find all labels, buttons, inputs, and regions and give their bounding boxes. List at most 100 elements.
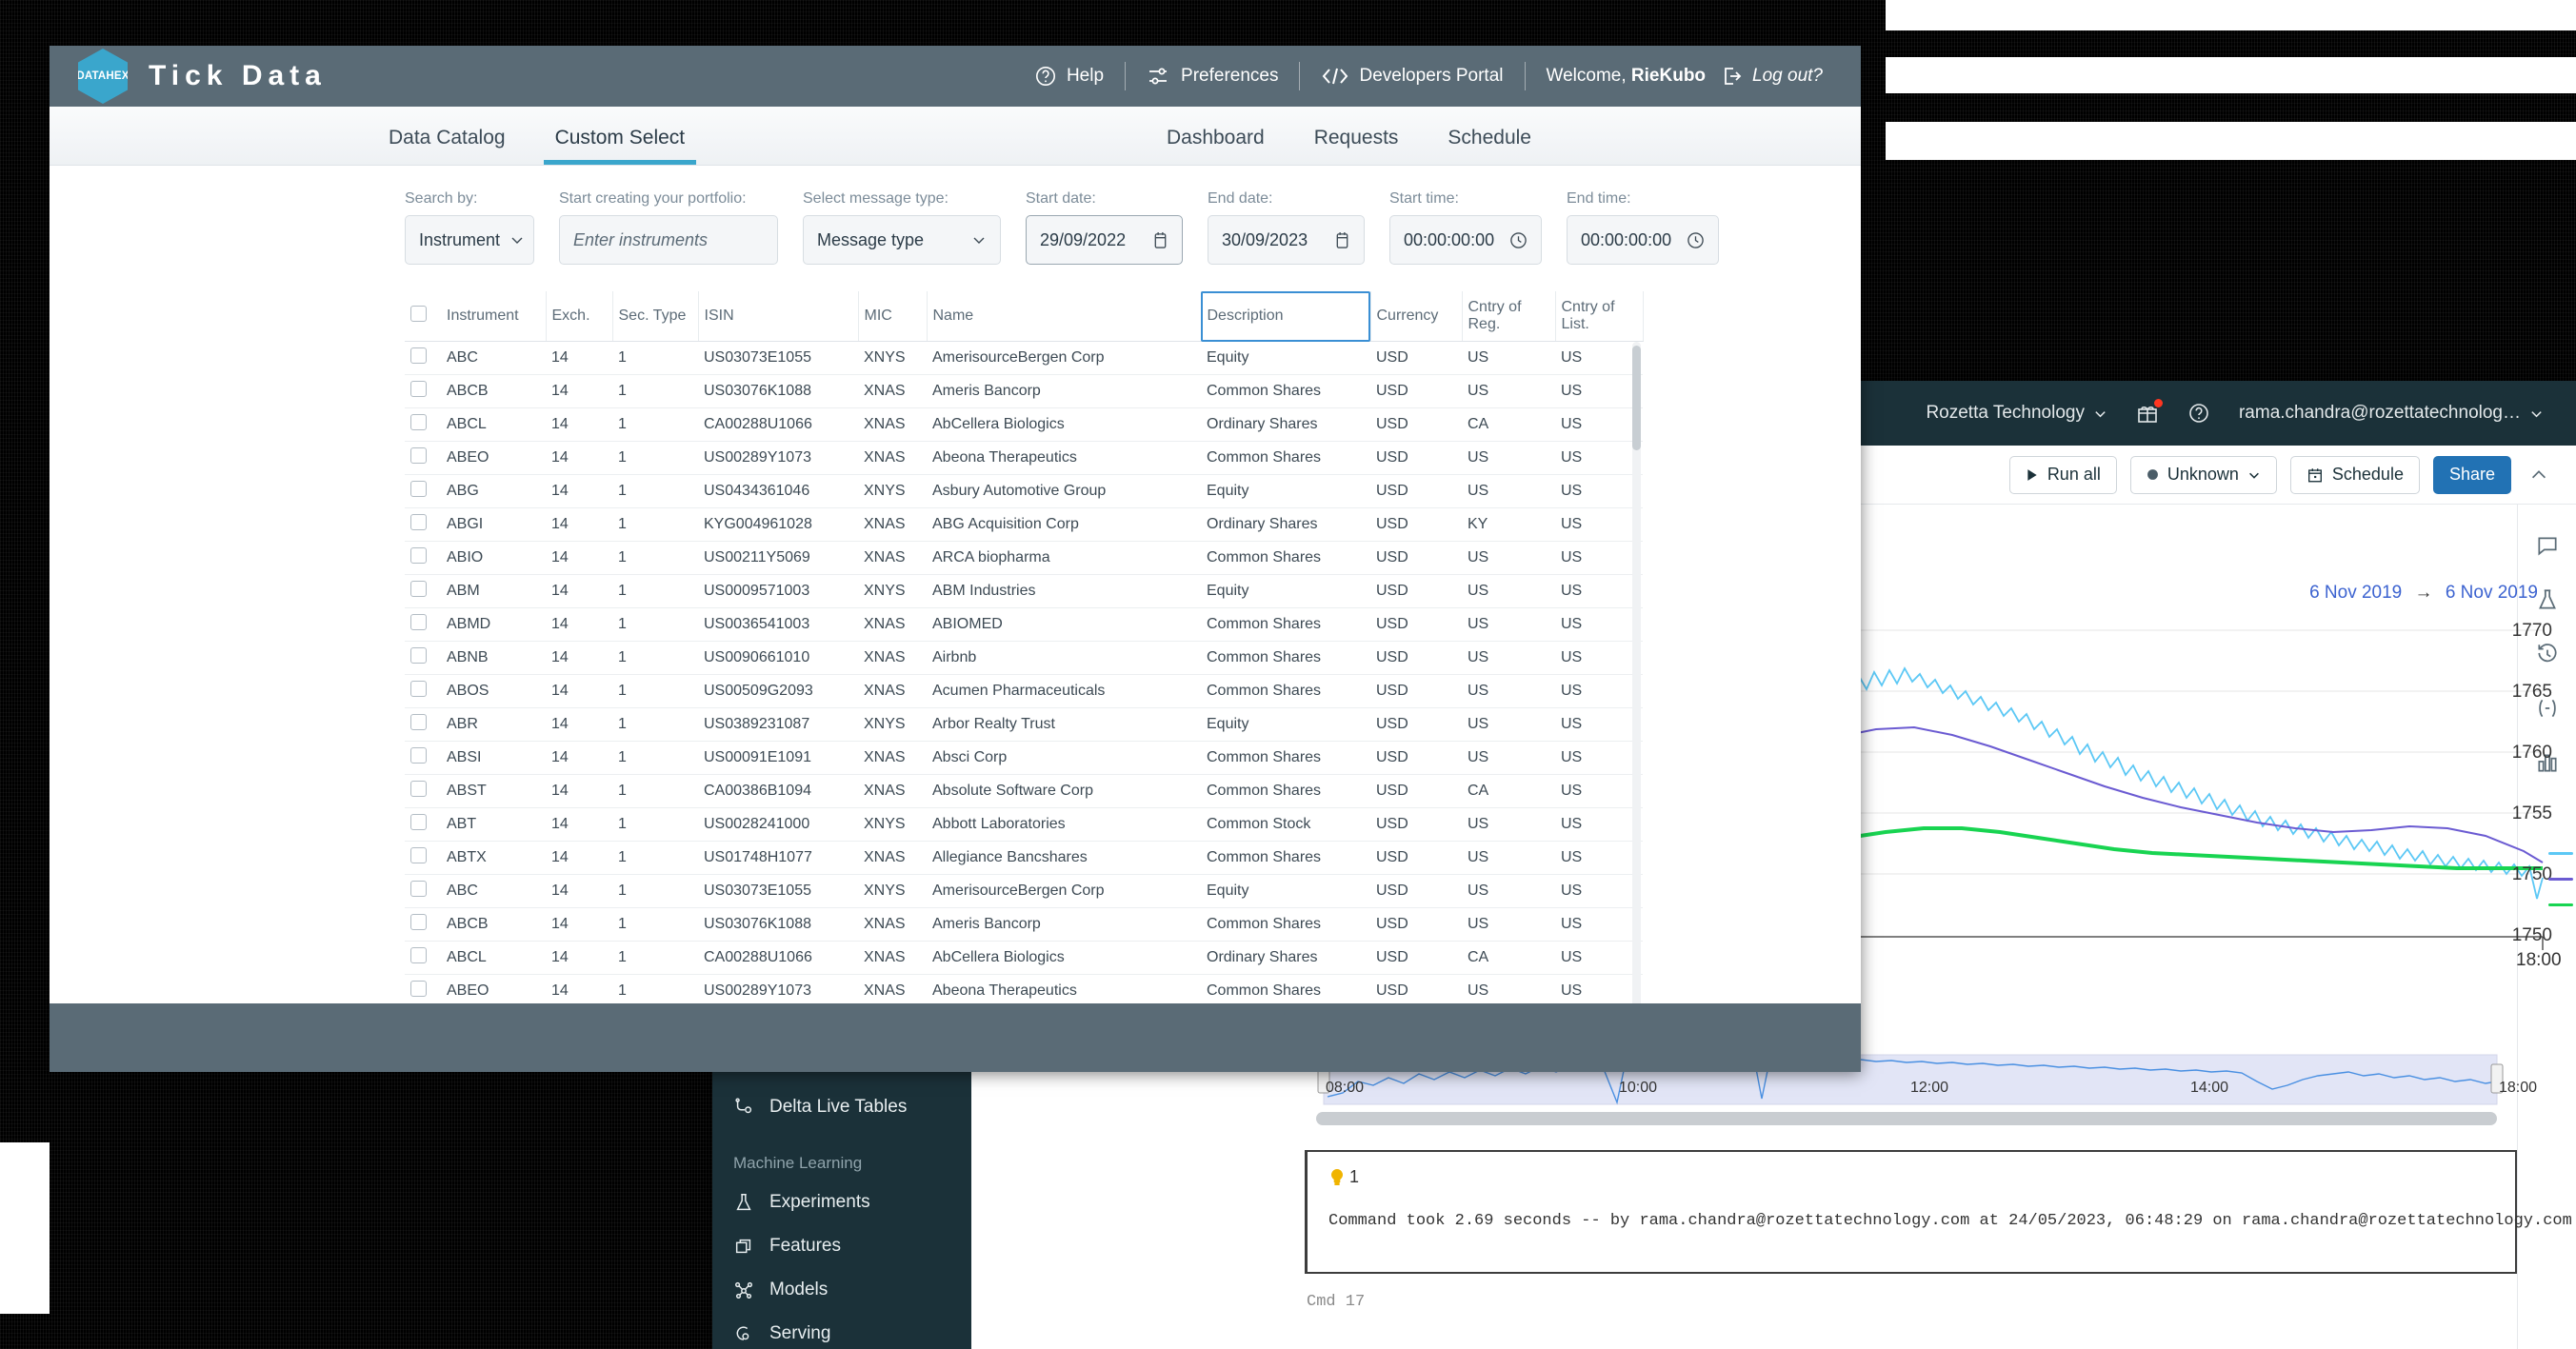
- table-row[interactable]: ABGI 14 1 KYG004961028 XNAS ABG Acquisition C…: [405, 507, 1643, 542]
- row-checkbox[interactable]: [410, 681, 427, 697]
- col-mic[interactable]: MIC: [858, 291, 928, 342]
- logout-button[interactable]: Log out?: [1721, 65, 1832, 88]
- row-checkbox[interactable]: [410, 781, 427, 797]
- row-select-cell[interactable]: [405, 874, 441, 908]
- run-all-button[interactable]: Run all: [2008, 455, 2117, 494]
- workspace-selector[interactable]: Rozetta Technology: [1926, 403, 2107, 424]
- calendar-icon[interactable]: [1334, 231, 1350, 249]
- table-row[interactable]: ABM 14 1 US0009571003 XNYS ABM Industries Equi…: [405, 574, 1643, 608]
- row-select-cell[interactable]: [405, 474, 441, 508]
- row-select-cell[interactable]: [405, 342, 441, 375]
- row-select-cell[interactable]: [405, 507, 441, 542]
- col-cntry-of-reg[interactable]: Cntry of Reg.: [1462, 291, 1556, 342]
- instruments-input[interactable]: Enter instruments: [559, 215, 778, 265]
- table-row[interactable]: ABSI 14 1 US00091E1091 XNAS Absci Corp Common …: [405, 741, 1643, 775]
- nav-preferences[interactable]: Preferences: [1126, 65, 1299, 88]
- row-select-cell[interactable]: [405, 741, 441, 775]
- range-from[interactable]: 6 Nov 2019: [2309, 583, 2402, 603]
- sidebar-item-delta-live-tables[interactable]: Delta Live Tables: [712, 1085, 971, 1129]
- table-row[interactable]: ABCB 14 1 US03076K1088 XNAS Ameris Bancorp Com…: [405, 907, 1643, 942]
- legend-item-40min-sma[interactable]: 40-min SMA: [2547, 895, 2576, 914]
- row-select-cell[interactable]: [405, 941, 441, 975]
- row-checkbox[interactable]: [410, 481, 427, 497]
- row-checkbox[interactable]: [410, 747, 427, 764]
- col-exch[interactable]: Exch.: [546, 291, 613, 342]
- sidebar-item-serving[interactable]: Serving: [712, 1312, 971, 1349]
- tab-dashboard[interactable]: Dashboard: [1142, 127, 1289, 165]
- row-select-cell[interactable]: [405, 807, 441, 842]
- table-row[interactable]: ABG 14 1 US0434361046 XNYS Asbury Automotive …: [405, 474, 1643, 508]
- legend-item-15min-sma[interactable]: 15-min SMA: [2547, 869, 2576, 888]
- schedule-button[interactable]: Schedule: [2289, 455, 2420, 494]
- collapse-toolbar-chevron-icon[interactable]: [2528, 465, 2549, 486]
- tab-data-catalog[interactable]: Data Catalog: [364, 127, 530, 165]
- clock-icon[interactable]: [1509, 231, 1528, 249]
- range-to[interactable]: 6 Nov 2019: [2446, 583, 2538, 603]
- start-time-input[interactable]: 00:00:00:00: [1389, 215, 1542, 265]
- table-row[interactable]: ABCL 14 1 CA00288U1066 XNAS AbCellera Biologi…: [405, 407, 1643, 442]
- nav-developers-portal[interactable]: Developers Portal: [1300, 66, 1524, 87]
- table-row[interactable]: ABCB 14 1 US03076K1088 XNAS Ameris Bancorp Com…: [405, 374, 1643, 408]
- start-date-input[interactable]: 29/09/2022: [1026, 215, 1183, 265]
- row-select-cell[interactable]: [405, 774, 441, 808]
- table-row[interactable]: ABMD 14 1 US0036541003 XNAS ABIOMED Common Sha…: [405, 607, 1643, 642]
- insight-bulb-row[interactable]: 1: [1328, 1167, 2494, 1187]
- col-isin[interactable]: ISIN: [698, 291, 859, 342]
- search-by-select[interactable]: Instrument: [405, 215, 534, 265]
- table-row[interactable]: ABST 14 1 CA00386B1094 XNAS Absolute Software…: [405, 774, 1643, 808]
- table-row[interactable]: ABC 14 1 US03073E1055 XNYS AmerisourceBergen …: [405, 874, 1643, 908]
- table-body-scroll-region[interactable]: ABC 14 1 US03073E1055 XNYS AmerisourceBergen …: [405, 342, 1643, 1008]
- row-select-cell[interactable]: [405, 674, 441, 708]
- row-select-cell[interactable]: [405, 841, 441, 875]
- vertical-scrollbar-thumb[interactable]: [1632, 346, 1641, 450]
- row-checkbox[interactable]: [410, 847, 427, 863]
- row-checkbox[interactable]: [410, 514, 427, 530]
- message-type-select[interactable]: Message type: [803, 215, 1001, 265]
- row-checkbox[interactable]: [410, 381, 427, 397]
- row-select-cell[interactable]: [405, 541, 441, 575]
- row-select-cell[interactable]: [405, 607, 441, 642]
- col-description[interactable]: Description: [1201, 291, 1371, 342]
- row-checkbox[interactable]: [410, 647, 427, 664]
- row-checkbox[interactable]: [410, 881, 427, 897]
- col-cntry-of-list[interactable]: Cntry of List.: [1555, 291, 1644, 342]
- sidebar-item-experiments[interactable]: Experiments: [712, 1180, 971, 1224]
- sidebar-item-models[interactable]: Models: [712, 1268, 971, 1312]
- row-checkbox[interactable]: [410, 947, 427, 963]
- select-all-header[interactable]: [405, 291, 441, 342]
- tab-schedule[interactable]: Schedule: [1423, 127, 1556, 165]
- sidebar-item-features[interactable]: Features: [712, 1224, 971, 1268]
- whats-new-gift-button[interactable]: [2136, 399, 2163, 425]
- nav-help[interactable]: Help: [1013, 65, 1125, 88]
- table-row[interactable]: ABEO 14 1 US00289Y1073 XNAS Abeona Therapeuti…: [405, 441, 1643, 475]
- table-row[interactable]: ABOS 14 1 US00509G2093 XNAS Acumen Pharmaceut…: [405, 674, 1643, 708]
- end-date-input[interactable]: 30/09/2023: [1208, 215, 1365, 265]
- table-row[interactable]: ABT 14 1 US0028241000 XNYS Abbott Laboratorie…: [405, 807, 1643, 842]
- help-button[interactable]: [2187, 402, 2210, 425]
- row-checkbox[interactable]: [410, 914, 427, 930]
- row-select-cell[interactable]: [405, 574, 441, 608]
- table-row[interactable]: ABTX 14 1 US01748H1077 XNAS Allegiance Bancsh…: [405, 841, 1643, 875]
- row-select-cell[interactable]: [405, 374, 441, 408]
- table-row[interactable]: ABC 14 1 US03073E1055 XNYS AmerisourceBergen …: [405, 342, 1643, 375]
- row-select-cell[interactable]: [405, 407, 441, 442]
- col-sec-type[interactable]: Sec. Type: [612, 291, 699, 342]
- share-button[interactable]: Share: [2432, 455, 2511, 494]
- row-checkbox[interactable]: [410, 714, 427, 730]
- table-row[interactable]: ABR 14 1 US0389231087 XNYS Arbor Realty Trust…: [405, 707, 1643, 742]
- clock-icon[interactable]: [1687, 231, 1705, 249]
- tab-requests[interactable]: Requests: [1289, 127, 1424, 165]
- table-row[interactable]: ABNB 14 1 US0090661010 XNAS Airbnb Common Shar…: [405, 641, 1643, 675]
- row-checkbox[interactable]: [410, 547, 427, 564]
- col-instrument[interactable]: Instrument: [441, 291, 547, 342]
- row-checkbox[interactable]: [410, 347, 427, 364]
- cluster-status-button[interactable]: Unknown: [2129, 455, 2277, 494]
- row-checkbox[interactable]: [410, 581, 427, 597]
- row-select-cell[interactable]: [405, 907, 441, 942]
- col-currency[interactable]: Currency: [1370, 291, 1463, 342]
- end-time-input[interactable]: 00:00:00:00: [1567, 215, 1719, 265]
- col-name[interactable]: Name: [927, 291, 1202, 342]
- row-checkbox[interactable]: [410, 614, 427, 630]
- row-select-cell[interactable]: [405, 707, 441, 742]
- row-checkbox[interactable]: [410, 981, 427, 997]
